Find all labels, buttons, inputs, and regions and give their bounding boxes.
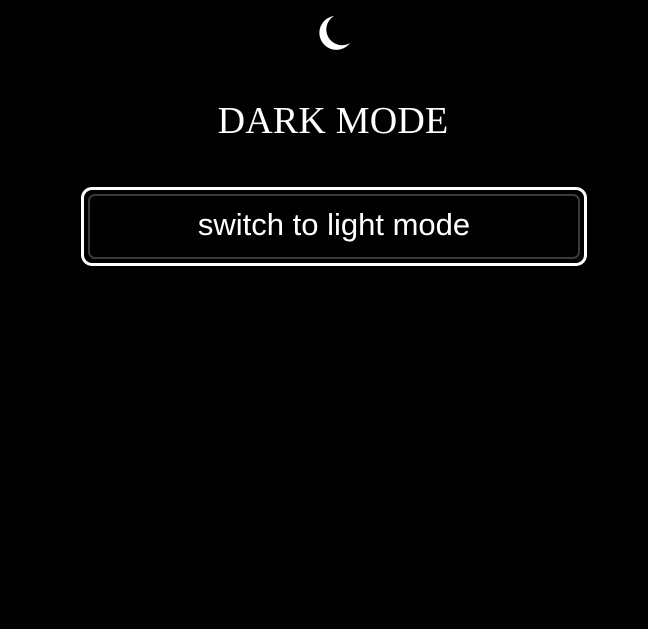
- page-title: DARK MODE: [217, 100, 449, 142]
- switch-to-light-mode-button[interactable]: switch to light mode: [81, 187, 587, 266]
- toggle-button-label: switch to light mode: [197, 207, 471, 242]
- moon-icon: [319, 16, 350, 50]
- toggle-button-inner: switch to light mode: [88, 194, 580, 259]
- page: DARK MODE switch to light mode: [0, 0, 648, 629]
